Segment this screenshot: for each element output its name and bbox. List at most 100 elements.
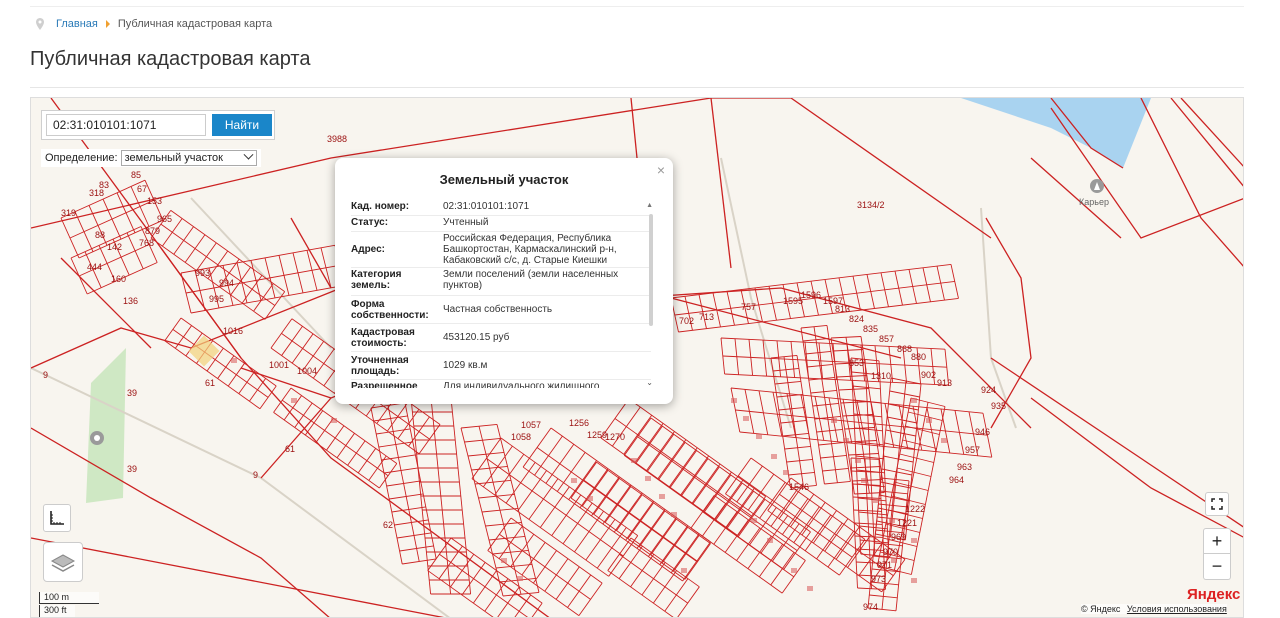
layers-button[interactable] bbox=[43, 542, 83, 582]
building-mark bbox=[831, 418, 837, 423]
map-label: 85 bbox=[131, 170, 141, 180]
map-label: 1596 bbox=[801, 290, 821, 300]
attribute-row: Кадастровая стоимость: 453120.15 руб bbox=[351, 324, 651, 352]
popup-title: Земельный участок bbox=[439, 172, 569, 187]
zoom-out-button[interactable]: − bbox=[1203, 554, 1231, 580]
page-title: Публичная кадастровая карта bbox=[30, 48, 311, 70]
map-attribution: © Яндекс Условия использования bbox=[1081, 604, 1227, 614]
attribute-row: Разрешенное Для индивидуального жилищног… bbox=[351, 380, 651, 388]
map-label: 969 bbox=[891, 532, 906, 542]
attribute-key: Категория земель: bbox=[351, 269, 402, 291]
building-mark bbox=[861, 478, 867, 483]
attribute-key: Кад. номер: bbox=[351, 201, 410, 212]
map-label: 957 bbox=[965, 445, 980, 455]
map-label: Карьер bbox=[1079, 197, 1109, 207]
cadastral-number-input[interactable] bbox=[46, 114, 206, 136]
scroll-up-icon[interactable]: ▲ bbox=[646, 202, 653, 209]
map-label: 713 bbox=[699, 312, 714, 322]
map-label: 880 bbox=[911, 352, 926, 362]
map-label: 9 bbox=[43, 370, 48, 380]
scale-metric: 100 m bbox=[39, 592, 99, 604]
quarry-icon bbox=[1090, 179, 1104, 193]
scale-imperial: 300 ft bbox=[39, 605, 75, 617]
scroll-down-icon[interactable]: ⌄ bbox=[646, 378, 653, 387]
building-mark bbox=[926, 418, 932, 423]
map-label: 9 bbox=[253, 470, 258, 480]
attribute-key: Уточненная площадь: bbox=[351, 354, 409, 377]
map-label: 857 bbox=[879, 334, 894, 344]
map-label: 3988 bbox=[327, 134, 347, 144]
building-mark bbox=[855, 458, 861, 463]
copyright-text: © Яндекс bbox=[1081, 604, 1121, 614]
building-mark bbox=[767, 538, 773, 543]
attribute-value: Учтенный bbox=[443, 217, 489, 228]
map-label: 935 bbox=[991, 401, 1006, 411]
map-label: 67 bbox=[137, 184, 147, 194]
map-label: 136 bbox=[123, 296, 138, 306]
ruler-icon bbox=[50, 511, 64, 525]
map-label: 62 bbox=[383, 520, 393, 530]
map-label: 963 bbox=[957, 462, 972, 472]
building-mark bbox=[645, 476, 651, 481]
map-label: 768 bbox=[139, 238, 154, 248]
map-label: 1222 bbox=[905, 504, 925, 514]
map-label: 946 bbox=[975, 427, 990, 437]
ruler-button[interactable] bbox=[43, 504, 71, 532]
building-mark bbox=[889, 518, 895, 523]
map-label: 879 bbox=[145, 226, 160, 236]
fullscreen-button[interactable] bbox=[1205, 492, 1229, 516]
map-label: 970 bbox=[883, 547, 898, 557]
definition-row: Определение: земельный участок bbox=[41, 149, 261, 167]
attribute-key: Адрес: bbox=[351, 244, 385, 255]
map-label: 153 bbox=[147, 196, 162, 206]
building-mark bbox=[807, 586, 813, 591]
building-mark bbox=[751, 518, 757, 523]
map-label: 757 bbox=[741, 302, 756, 312]
map-label: 160 bbox=[111, 274, 126, 284]
attribute-value: Российская Федерация, Республика Башкорт… bbox=[443, 233, 617, 266]
breadcrumb-home-link[interactable]: Главная bbox=[56, 18, 98, 30]
building-mark bbox=[873, 498, 879, 503]
attribute-value: 453120.15 руб bbox=[443, 332, 510, 343]
attribute-row: Уточненная площадь: 1029 кв.м bbox=[351, 352, 651, 380]
map-label: 39 bbox=[127, 464, 137, 474]
map-label: 913 bbox=[937, 378, 952, 388]
building-mark bbox=[783, 470, 789, 475]
zoom-in-button[interactable]: + bbox=[1203, 528, 1231, 554]
map-label: 88 bbox=[95, 230, 105, 240]
map-label: 1057 bbox=[521, 420, 541, 430]
attribute-value: 1029 кв.м bbox=[443, 360, 488, 371]
map-label: 1221 bbox=[897, 518, 917, 528]
building-mark bbox=[517, 576, 523, 581]
building-mark bbox=[843, 438, 849, 443]
map-label: 824 bbox=[849, 314, 864, 324]
map-label: 813 bbox=[835, 304, 850, 314]
attribute-value: Частная собственность bbox=[443, 304, 553, 315]
cadastral-search-box: Найти bbox=[41, 110, 275, 140]
map-label: 924 bbox=[981, 385, 996, 395]
parcel-attributes-table: Кад. номер: 02:31:010101:1071 Статус: Уч… bbox=[351, 200, 651, 388]
fullscreen-icon bbox=[1211, 498, 1223, 510]
map-label: 964 bbox=[949, 475, 964, 485]
building-mark bbox=[587, 496, 593, 501]
map-label: 1270 bbox=[605, 432, 625, 442]
building-mark bbox=[771, 454, 777, 459]
attribute-value: 02:31:010101:1071 bbox=[443, 201, 530, 212]
map-label: 1058 bbox=[511, 432, 531, 442]
popup-scrollbar[interactable] bbox=[649, 214, 653, 326]
terms-of-use-link[interactable]: Условия использования bbox=[1127, 604, 1227, 614]
building-mark bbox=[671, 512, 677, 517]
map-label: 142 bbox=[107, 242, 122, 252]
map-label: 1001 bbox=[269, 360, 289, 370]
search-button[interactable]: Найти bbox=[212, 114, 272, 136]
map-label: 973 bbox=[871, 574, 886, 584]
map-view[interactable]: 3988 3134/2 Карьер 9 39 61 39 61 9 62 92… bbox=[30, 97, 1244, 618]
map-label: 1004 bbox=[297, 366, 317, 376]
map-label: 853 bbox=[849, 358, 864, 368]
building-mark bbox=[681, 568, 687, 573]
building-mark bbox=[743, 416, 749, 421]
map-label: 39 bbox=[127, 388, 137, 398]
attribute-row: Категория земель: Земли поселений (земли… bbox=[351, 268, 651, 296]
parcel-info-popup: × Земельный участок Кад. номер: 02:31:01… bbox=[335, 158, 673, 404]
definition-select[interactable]: земельный участок bbox=[120, 149, 257, 166]
